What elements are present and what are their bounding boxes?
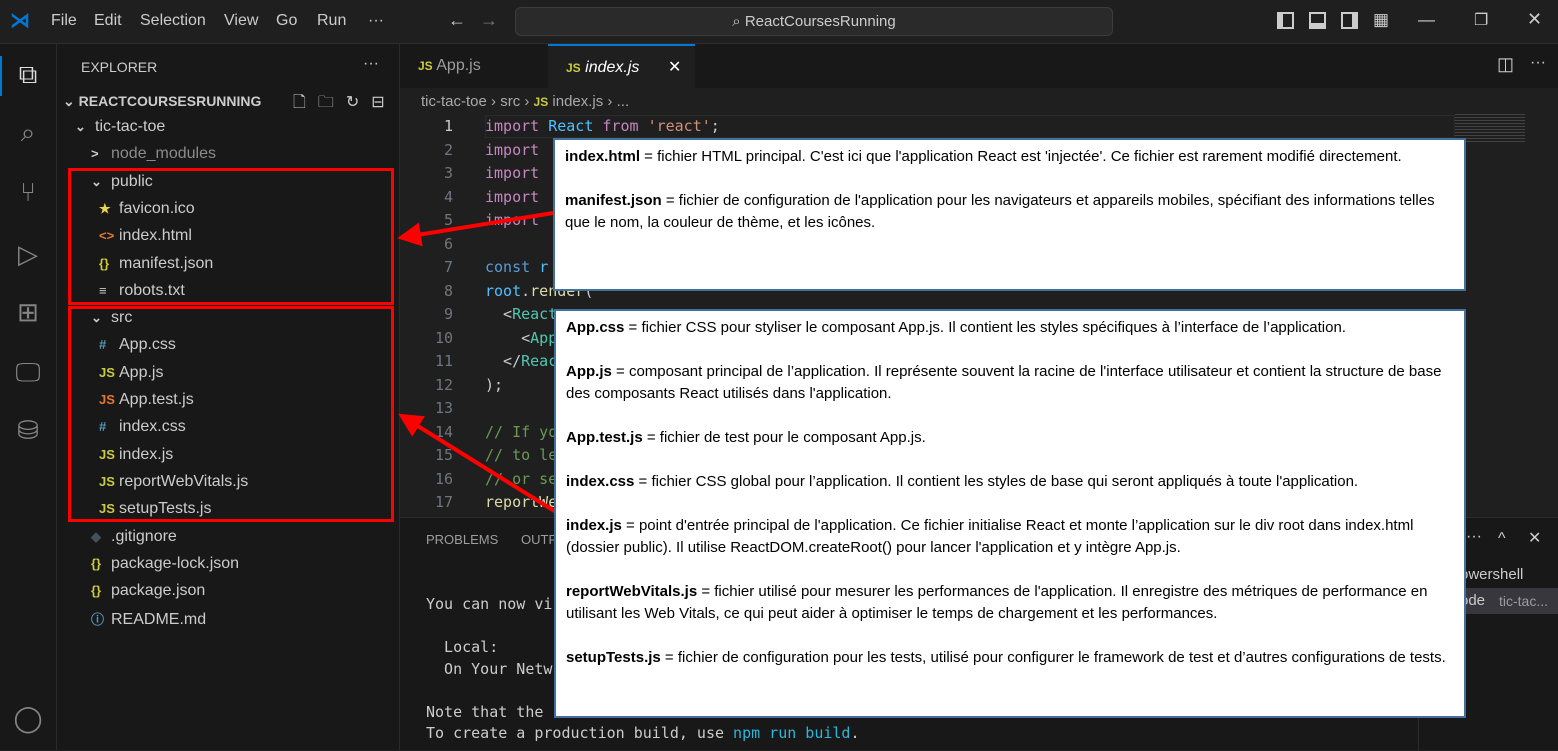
annotation-text: = fichier de configuration de l'applicat… (565, 192, 1435, 231)
annotation-entry: index.css = fichier CSS global pour l’ap… (566, 471, 1454, 493)
annotation-entry: App.css = fichier CSS pour styliser le c… (566, 317, 1454, 339)
annotation-term: setupTests.js (566, 649, 661, 666)
annotation-term: manifest.json (565, 192, 662, 209)
annotation-entry: reportWebVitals.js = fichier utilisé pou… (566, 581, 1454, 625)
annotation-term: App.js (566, 363, 612, 380)
arrow-to-public (397, 211, 554, 247)
arrow-to-src (398, 413, 558, 514)
annotation-entry: App.js = composant principal de l’applic… (566, 361, 1454, 405)
annotation-text: = fichier CSS global pour l’application.… (634, 473, 1359, 490)
annotation-term: App.css (566, 319, 625, 336)
annotation-text: = fichier de test pour le composant App.… (642, 429, 926, 446)
annotation-public-files: index.html = fichier HTML principal. C'e… (553, 138, 1466, 291)
annotation-entry: index.js = point d'entrée principal de l… (566, 515, 1454, 559)
annotation-text: = composant principal de l’application. … (566, 363, 1442, 402)
annotation-term: index.html (565, 148, 641, 165)
annotation-entry: manifest.json = fichier de configuration… (565, 190, 1454, 234)
annotation-text: = fichier de configuration pour les test… (660, 649, 1446, 666)
annotation-term: App.test.js (566, 429, 643, 446)
annotation-entry: setupTests.js = fichier de configuration… (566, 647, 1454, 669)
annotation-term: index.js (566, 517, 622, 534)
annotation-src-files: App.css = fichier CSS pour styliser le c… (554, 309, 1466, 718)
annotation-term: reportWebVitals.js (566, 583, 698, 600)
annotation-text: = fichier HTML principal. C'est ici que … (640, 148, 1402, 165)
annotation-entry: index.html = fichier HTML principal. C'e… (565, 146, 1454, 168)
annotation-entry: App.test.js = fichier de test pour le co… (566, 427, 1454, 449)
annotation-text: = fichier CSS pour styliser le composant… (624, 319, 1346, 336)
annotation-term: index.css (566, 473, 635, 490)
annotation-text: = point d'entrée principal de l'applicat… (566, 517, 1414, 556)
